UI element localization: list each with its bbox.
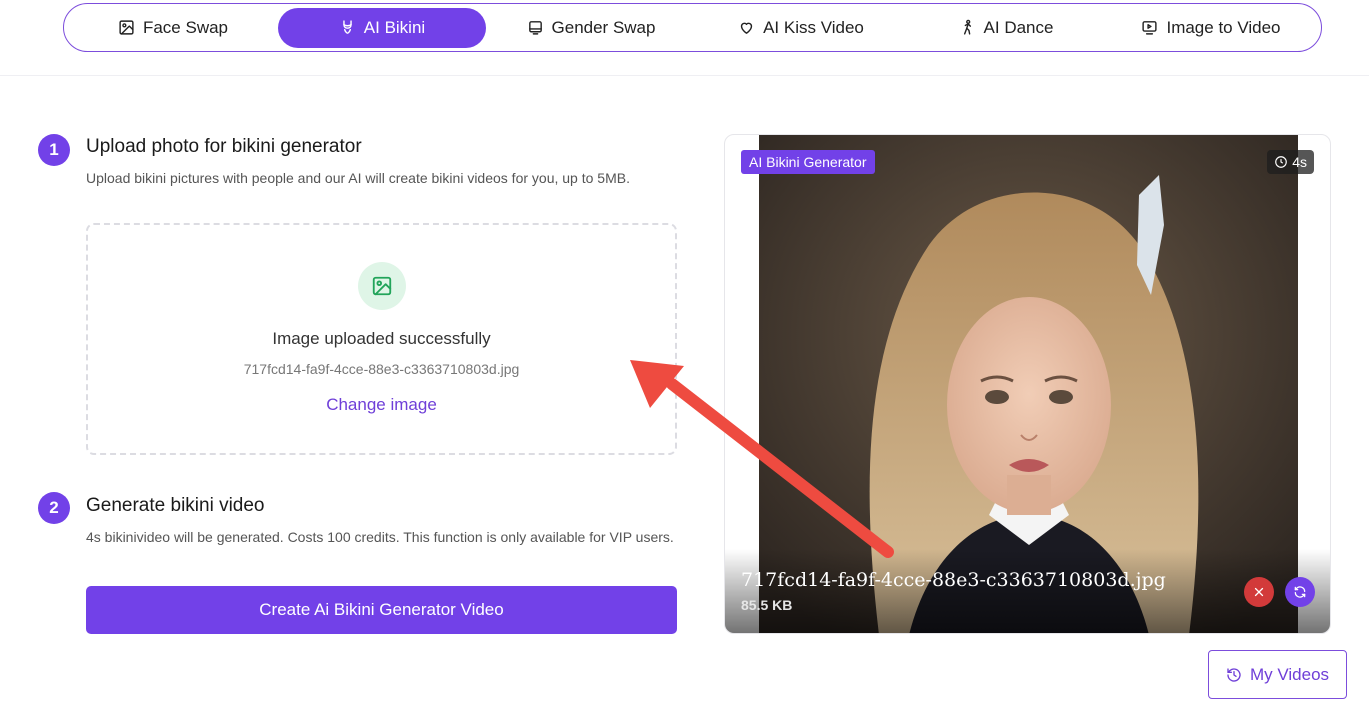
step-2-number: 2 bbox=[38, 492, 70, 524]
tab-ai-bikini[interactable]: AI Bikini bbox=[278, 7, 486, 48]
close-icon bbox=[1254, 587, 1264, 597]
replace-image-button[interactable] bbox=[1285, 577, 1315, 607]
tab-gender-swap[interactable]: Gender Swap bbox=[486, 8, 696, 48]
tab-label: AI Kiss Video bbox=[763, 17, 864, 37]
preview-overlay bbox=[725, 549, 1330, 633]
top-bar: Face Swap AI Bikini Gender Swap AI Kiss … bbox=[0, 0, 1369, 76]
dance-icon bbox=[963, 19, 971, 35]
clock-icon bbox=[1275, 156, 1288, 168]
refresh-icon bbox=[1294, 586, 1306, 598]
upload-dropzone[interactable]: Image uploaded successfully 717fcd14-fa9… bbox=[86, 223, 677, 455]
tab-ai-dance[interactable]: AI Dance bbox=[906, 8, 1106, 48]
heart-icon bbox=[740, 22, 753, 34]
preview-file-size: 85.5 KB bbox=[741, 597, 793, 613]
bikini-icon bbox=[343, 20, 352, 34]
step-2-description: 4s bikinivideo will be generated. Costs … bbox=[86, 529, 674, 545]
step-1-title: Upload photo for bikini generator bbox=[86, 136, 362, 157]
change-image-link[interactable]: Change image bbox=[88, 395, 675, 415]
gender-icon bbox=[528, 21, 542, 35]
generator-badge: AI Bikini Generator bbox=[741, 150, 875, 174]
duration-text: 4s bbox=[1292, 154, 1307, 170]
image-success-icon bbox=[358, 262, 406, 310]
duration-badge: 4s bbox=[1267, 150, 1314, 174]
history-icon bbox=[1227, 667, 1241, 682]
tab-label: Image to Video bbox=[1166, 17, 1281, 37]
create-video-button[interactable]: Create Ai Bikini Generator Video bbox=[86, 586, 677, 634]
tab-label: Gender Swap bbox=[551, 17, 656, 37]
tab-face-swap[interactable]: Face Swap bbox=[68, 8, 278, 48]
my-videos-label: My Videos bbox=[1249, 664, 1330, 684]
image-icon bbox=[119, 20, 134, 35]
tab-label: AI Dance bbox=[983, 17, 1054, 37]
tab-image-to-video[interactable]: Image to Video bbox=[1106, 8, 1316, 48]
video-icon bbox=[1142, 21, 1158, 35]
remove-image-button[interactable] bbox=[1244, 577, 1274, 607]
upload-status: Image uploaded successfully bbox=[272, 329, 491, 348]
tool-tabs: Face Swap AI Bikini Gender Swap AI Kiss … bbox=[63, 3, 1322, 52]
preview-card: AI Bikini Generator 4s 717fcd14-fa9f-4cc… bbox=[724, 134, 1331, 634]
tab-ai-kiss-video[interactable]: AI Kiss Video bbox=[696, 8, 906, 48]
step-1-number: 1 bbox=[38, 134, 70, 166]
tab-label: AI Bikini bbox=[363, 17, 426, 37]
step-1-description: Upload bikini pictures with people and o… bbox=[86, 170, 630, 186]
uploaded-file-name: 717fcd14-fa9f-4cce-88e3-c3363710803d.jpg bbox=[243, 361, 520, 377]
preview-file-name: 717fcd14-fa9f-4cce-88e3-c3363710803d.jpg bbox=[741, 569, 1166, 591]
step-2-title: Generate bikini video bbox=[86, 495, 265, 516]
tab-label: Face Swap bbox=[142, 17, 229, 37]
my-videos-button[interactable]: My Videos bbox=[1208, 650, 1347, 699]
